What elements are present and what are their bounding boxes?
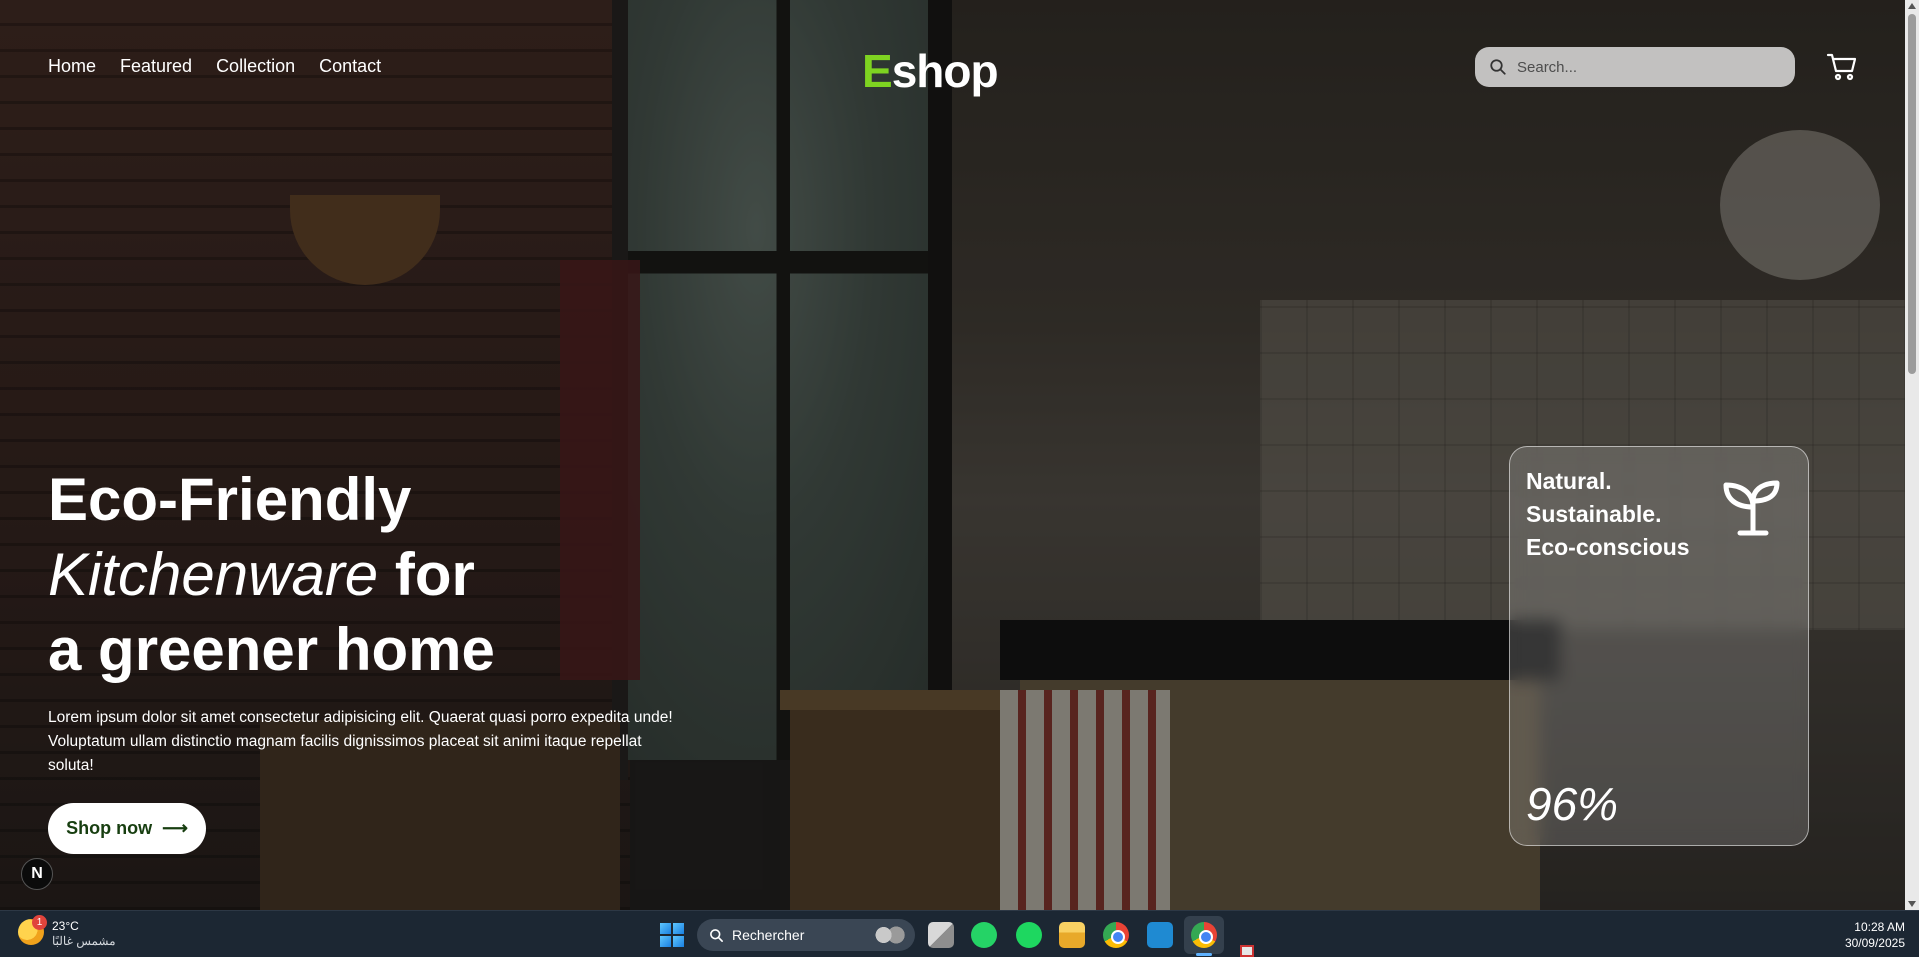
card-line-sustainable: Sustainable.	[1526, 501, 1662, 527]
scroll-down-arrow-icon[interactable]	[1908, 901, 1916, 907]
card-percentage: 96%	[1526, 778, 1619, 830]
scroll-thumb[interactable]	[1908, 14, 1916, 374]
page-scrollbar[interactable]	[1905, 0, 1919, 910]
search-input[interactable]	[1517, 58, 1777, 76]
hero-section: Home Featured Collection Contact Eshop E…	[0, 0, 1905, 910]
chrome-profile-icon[interactable]	[1191, 922, 1217, 948]
weather-description: مشمس غالبًا	[52, 934, 116, 948]
chrome-icon[interactable]	[1103, 922, 1129, 948]
nav-contact[interactable]: Contact	[319, 56, 381, 77]
nav-collection[interactable]: Collection	[216, 56, 295, 77]
weather-temperature: 23°C	[52, 919, 79, 933]
logo-accent-letter: E	[862, 45, 893, 97]
app-overflow-icon[interactable]	[1240, 945, 1254, 957]
eco-stat-card: Natural. Sustainable. Eco-conscious 96%	[1509, 446, 1809, 846]
cart-icon[interactable]	[1826, 52, 1858, 82]
weather-widget[interactable]: 1 23°C مشمس غالبًا	[18, 915, 116, 949]
card-line-natural: Natural.	[1526, 468, 1612, 494]
headline-line-1: Eco-Friendly	[48, 466, 412, 533]
headline-line-2-rest: for	[378, 541, 475, 608]
sprout-icon	[1723, 480, 1780, 536]
nextjs-dev-badge[interactable]: N	[21, 858, 53, 890]
nav-home[interactable]: Home	[48, 56, 96, 77]
search-icon	[710, 928, 723, 942]
windows-taskbar: 1 23°C مشمس غالبًا Rechercher 10:28 AM 3…	[0, 910, 1919, 957]
headline-line-3: a greener home	[48, 616, 495, 683]
system-clock[interactable]: 10:28 AM 30/09/2025	[1845, 919, 1905, 951]
headline-italic-word: Kitchenware	[48, 541, 379, 608]
arrow-right-icon: ⟶	[162, 818, 188, 838]
windows-start-icon[interactable]	[660, 923, 684, 947]
taskbar-search-label: Rechercher	[732, 927, 805, 943]
scroll-up-arrow-icon[interactable]	[1908, 3, 1916, 9]
logo-text: shop	[891, 45, 999, 97]
search-icon	[1490, 59, 1506, 75]
active-app-indicator	[1196, 953, 1212, 956]
shop-now-button[interactable]: Shop now ⟶	[48, 803, 206, 854]
hero-headline: Eco-Friendly Kitchenware for a greener h…	[48, 462, 495, 687]
shop-now-label: Shop now	[66, 818, 153, 838]
search-bar[interactable]	[1475, 47, 1795, 87]
spotify-icon[interactable]	[1016, 922, 1042, 948]
brand-logo[interactable]: Eshop	[862, 44, 999, 98]
hero-description: Lorem ipsum dolor sit amet consectetur a…	[48, 709, 673, 774]
vscode-icon[interactable]	[1147, 922, 1173, 948]
card-taglines: Natural. Sustainable. Eco-conscious	[1526, 465, 1690, 564]
weather-sun-icon: 1	[18, 915, 47, 945]
nav-featured[interactable]: Featured	[120, 56, 192, 77]
taskbar-search[interactable]: Rechercher	[697, 919, 915, 951]
file-explorer-icon[interactable]	[1059, 922, 1085, 948]
card-line-eco-conscious: Eco-conscious	[1526, 534, 1690, 560]
clock-time: 10:28 AM	[1854, 920, 1905, 934]
main-nav: Home Featured Collection Contact	[48, 56, 381, 77]
search-highlight-icon	[871, 923, 907, 947]
task-view-icon[interactable]	[928, 922, 954, 948]
clock-date: 30/09/2025	[1844, 936, 1905, 950]
whatsapp-icon[interactable]	[971, 922, 997, 948]
weather-text: 23°C مشمس غالبًا	[52, 919, 116, 949]
notification-badge: 1	[32, 915, 47, 930]
